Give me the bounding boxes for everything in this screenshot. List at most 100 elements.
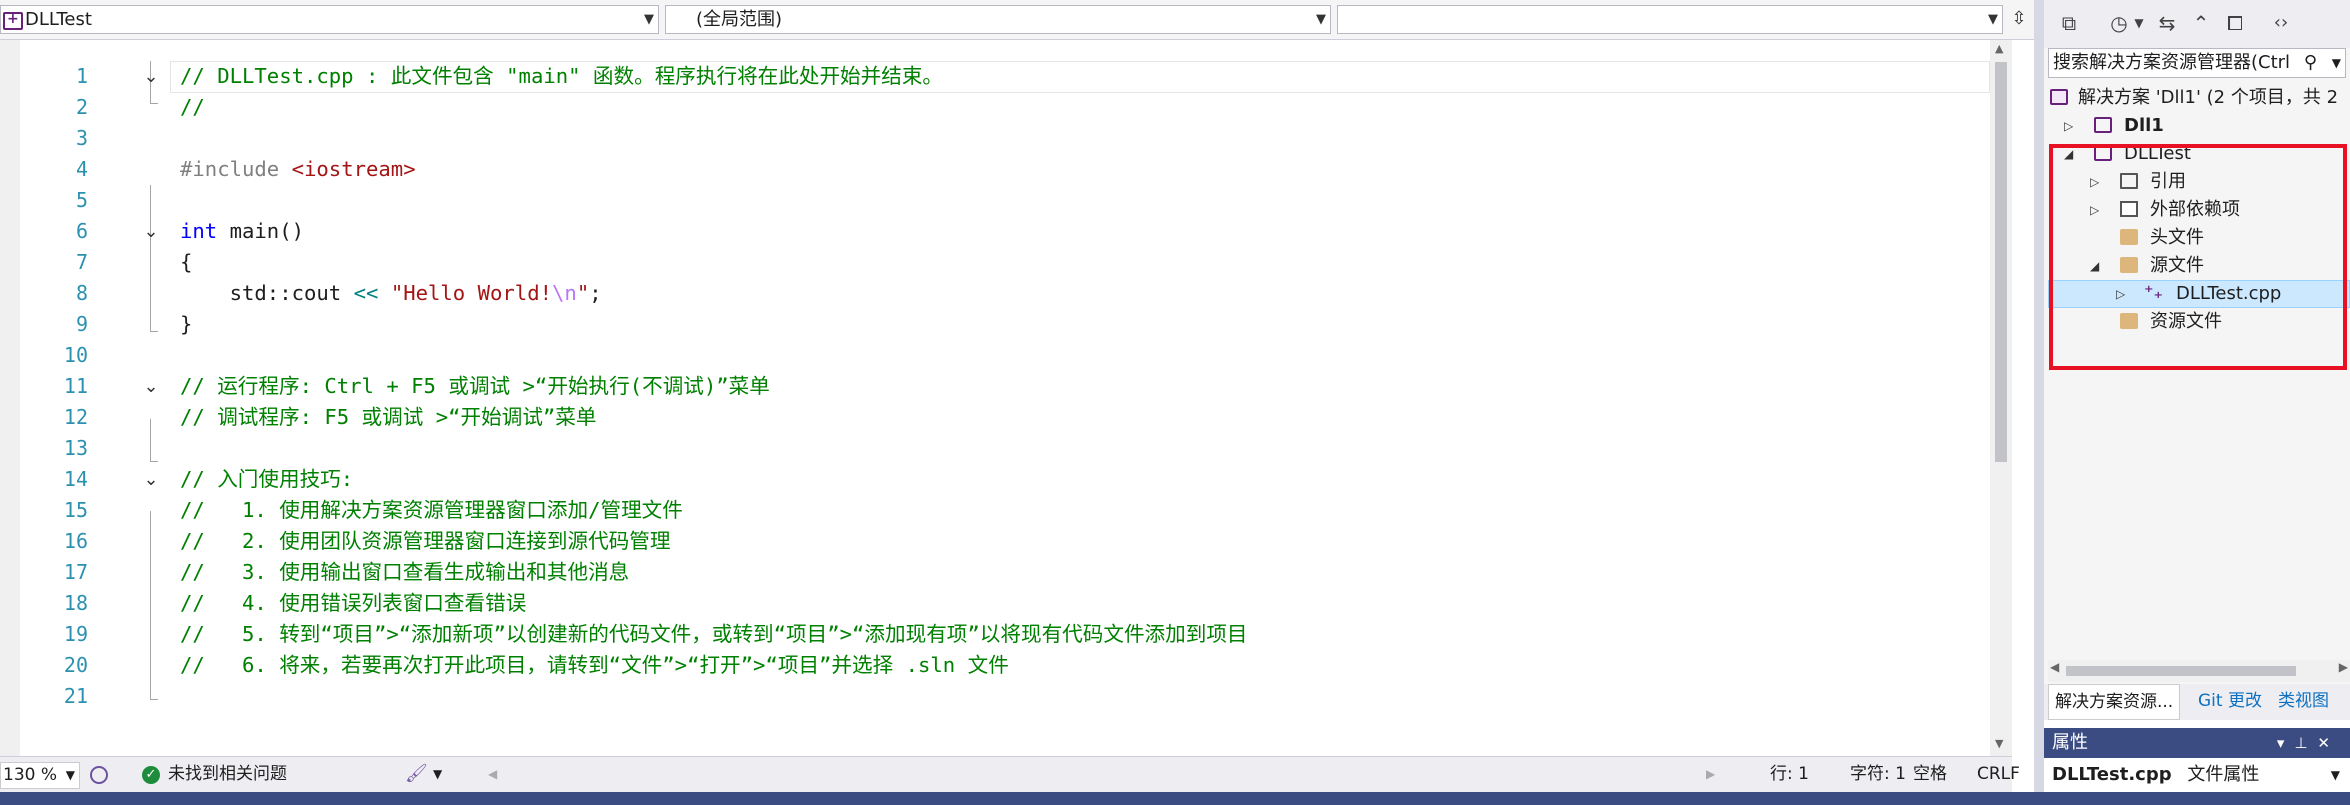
chevron-down-icon: ▼ — [644, 12, 654, 27]
code-editor[interactable]: 1 ⌄ // DLLTest.cpp : 此文件包含 "main" 函数。程序执… — [0, 40, 2012, 756]
tab-solution-explorer[interactable]: 解决方案资源... — [2048, 684, 2181, 720]
scroll-left-icon[interactable]: ◀ — [2050, 660, 2059, 674]
pending-changes-icon[interactable]: ◷ — [2104, 8, 2134, 38]
line-ending-indicator[interactable]: CRLF — [1977, 757, 2020, 791]
chevron-down-icon[interactable]: ▼ — [2332, 49, 2341, 77]
code-line[interactable]: 5 — [0, 185, 1990, 216]
code-line[interactable]: 20 // 6. 将来，若要再次打开此项目，请转到“文件”>“打开”>“项目”并… — [0, 650, 1990, 681]
scrollbar-thumb[interactable] — [2066, 666, 2296, 676]
zoom-value: 130 % — [3, 765, 58, 785]
code-line[interactable]: 6 ⌄ int main() — [0, 216, 1990, 247]
include-header: <iostream> — [291, 157, 416, 181]
indent-indicator[interactable]: 空格 — [1913, 757, 1947, 791]
pane-splitter[interactable] — [2034, 0, 2044, 792]
split-window-icon[interactable]: ⇳ — [2008, 8, 2030, 32]
fold-collapse-icon[interactable]: ⌄ — [140, 371, 162, 402]
member-dropdown[interactable]: ▼ — [1337, 5, 2003, 34]
code-line[interactable]: 7 { — [0, 247, 1990, 278]
code-line[interactable]: 9 } — [0, 309, 1990, 340]
scroll-right-icon[interactable]: ▶ — [2339, 660, 2348, 674]
highlight-annotation-box — [2049, 144, 2347, 370]
code-text: { — [180, 250, 193, 274]
object-type: 文件属性 — [2187, 764, 2260, 785]
scrollbar-thumb[interactable] — [1995, 62, 2007, 462]
line-number: 21 — [63, 684, 88, 708]
expand-icon[interactable]: ▷ — [2064, 112, 2073, 140]
object-name: DLLTest.cpp — [2052, 764, 2172, 785]
checkmark-icon: ✓ — [142, 766, 160, 784]
chevron-down-icon[interactable]: ▼ — [2132, 8, 2146, 38]
tab-class-view[interactable]: 类视图 — [2272, 684, 2335, 720]
fold-collapse-icon[interactable]: ⌄ — [140, 61, 162, 92]
show-all-files-icon[interactable]: ⧠ — [2220, 8, 2250, 38]
char-indicator[interactable]: 字符: 1 — [1850, 757, 1906, 791]
solution-horizontal-scrollbar[interactable]: ◀ ▶ — [2048, 660, 2350, 682]
solution-search-input[interactable]: 搜索解决方案资源管理器(Ctrl ⚲ ▼ — [2048, 48, 2346, 78]
line-number: 14 — [63, 467, 88, 491]
line-number: 10 — [63, 343, 88, 367]
line-indicator[interactable]: 行: 1 — [1770, 757, 1809, 791]
code-ident: std::cout — [180, 281, 354, 305]
code-line[interactable]: 12 // 调试程序: F5 或调试 >“开始调试”菜单 — [0, 402, 1990, 433]
cpp-project-icon — [2094, 117, 2112, 133]
switch-views-icon[interactable]: ⧉ — [2054, 8, 2084, 38]
collapse-all-icon[interactable]: ⌃ — [2186, 8, 2216, 38]
chevron-down-icon[interactable]: ▼ — [2331, 760, 2340, 790]
string-literal: "Hello World! — [390, 281, 552, 305]
file-project-value: DLLTest — [25, 9, 92, 30]
scroll-right-icon[interactable]: ▶ — [1706, 757, 1715, 791]
line-number: 9 — [75, 312, 88, 336]
fold-collapse-icon[interactable]: ⌄ — [140, 464, 162, 495]
statement-end: ; — [589, 281, 602, 305]
code-line[interactable]: 19 // 5. 转到“项目”>“添加新项”以创建新的代码文件，或转到“项目”>… — [0, 619, 1990, 650]
code-line[interactable]: 21 — [0, 681, 1990, 712]
code-cleanup-brush-icon[interactable]: 🖌 — [405, 757, 428, 791]
properties-object-selector[interactable]: DLLTest.cpp 文件属性 ▼ — [2048, 760, 2346, 790]
window-controls[interactable]: ▾⊥✕ — [2277, 728, 2340, 758]
code-line[interactable]: 16 // 2. 使用团队资源管理器窗口连接到源代码管理 — [0, 526, 1990, 557]
zoom-dropdown[interactable]: 130 % ▼ — [0, 762, 80, 789]
code-line[interactable]: 10 — [0, 340, 1990, 371]
properties-title: 属性 — [2052, 732, 2088, 753]
editor-navigation-bar: DLLTest ▼ (全局范围) ▼ ▼ ⇳ — [0, 0, 2034, 40]
scroll-up-icon[interactable]: ▲ — [1995, 42, 2003, 55]
code-text: // 3. 使用输出窗口查看生成输出和其他消息 — [180, 560, 630, 584]
scroll-down-icon[interactable]: ▼ — [1995, 737, 2003, 750]
solution-icon — [2050, 89, 2068, 105]
chevron-down-icon: ▼ — [1316, 12, 1326, 27]
chevron-down-icon[interactable]: ▼ — [433, 757, 442, 791]
fold-collapse-icon[interactable]: ⌄ — [140, 216, 162, 247]
code-line[interactable]: 14 ⌄ // 入门使用技巧: — [0, 464, 1990, 495]
sync-with-document-icon[interactable]: ⇆ — [2152, 8, 2182, 38]
tool-window-tabs: 解决方案资源... Git 更改 类视图 — [2044, 684, 2350, 720]
code-text: // 入门使用技巧: — [180, 467, 354, 491]
chevron-down-icon: ▼ — [65, 768, 75, 782]
code-line[interactable]: 11 ⌄ // 运行程序: Ctrl + F5 或调试 >“开始执行(不调试)”… — [0, 371, 1990, 402]
search-icon[interactable]: ⚲ — [2304, 49, 2317, 77]
line-number: 15 — [63, 498, 88, 522]
code-text: // — [180, 95, 205, 119]
line-number: 17 — [63, 560, 88, 584]
tab-git-changes[interactable]: Git 更改 — [2192, 684, 2268, 720]
code-line[interactable]: 15 // 1. 使用解决方案资源管理器窗口添加/管理文件 — [0, 495, 1990, 526]
code-health-icon[interactable] — [90, 766, 108, 784]
editor-vertical-scrollbar[interactable]: ▲ ▼ — [1990, 40, 2012, 756]
line-number: 12 — [63, 405, 88, 429]
view-code-icon[interactable]: ‹› — [2266, 8, 2296, 38]
scope-dropdown[interactable]: (全局范围) ▼ — [665, 5, 1331, 34]
code-line[interactable]: 3 — [0, 123, 1990, 154]
code-line[interactable]: 2 // — [0, 92, 1990, 123]
code-line[interactable]: 8 std::cout << "Hello World!\n"; — [0, 278, 1990, 309]
code-line[interactable]: 1 ⌄ // DLLTest.cpp : 此文件包含 "main" 函数。程序执… — [0, 61, 1990, 92]
code-text: int main() — [180, 216, 304, 247]
editor-status-bar: 130 % ▼ ✓ 未找到相关问题 🖌 ▼ ◀ ▶ 行: 1 字符: 1 空格 … — [0, 756, 2020, 792]
code-line[interactable]: 4 #include <iostream> — [0, 154, 1990, 185]
code-line[interactable]: 17 // 3. 使用输出窗口查看生成输出和其他消息 — [0, 557, 1990, 588]
code-line[interactable]: 18 // 4. 使用错误列表窗口查看错误 — [0, 588, 1990, 619]
file-project-dropdown[interactable]: DLLTest ▼ — [0, 5, 659, 34]
code-text: } — [180, 312, 193, 336]
code-line[interactable]: 13 — [0, 433, 1990, 464]
line-number: 19 — [63, 622, 88, 646]
issues-status[interactable]: 未找到相关问题 — [168, 757, 287, 791]
scroll-left-icon[interactable]: ◀ — [488, 757, 497, 791]
